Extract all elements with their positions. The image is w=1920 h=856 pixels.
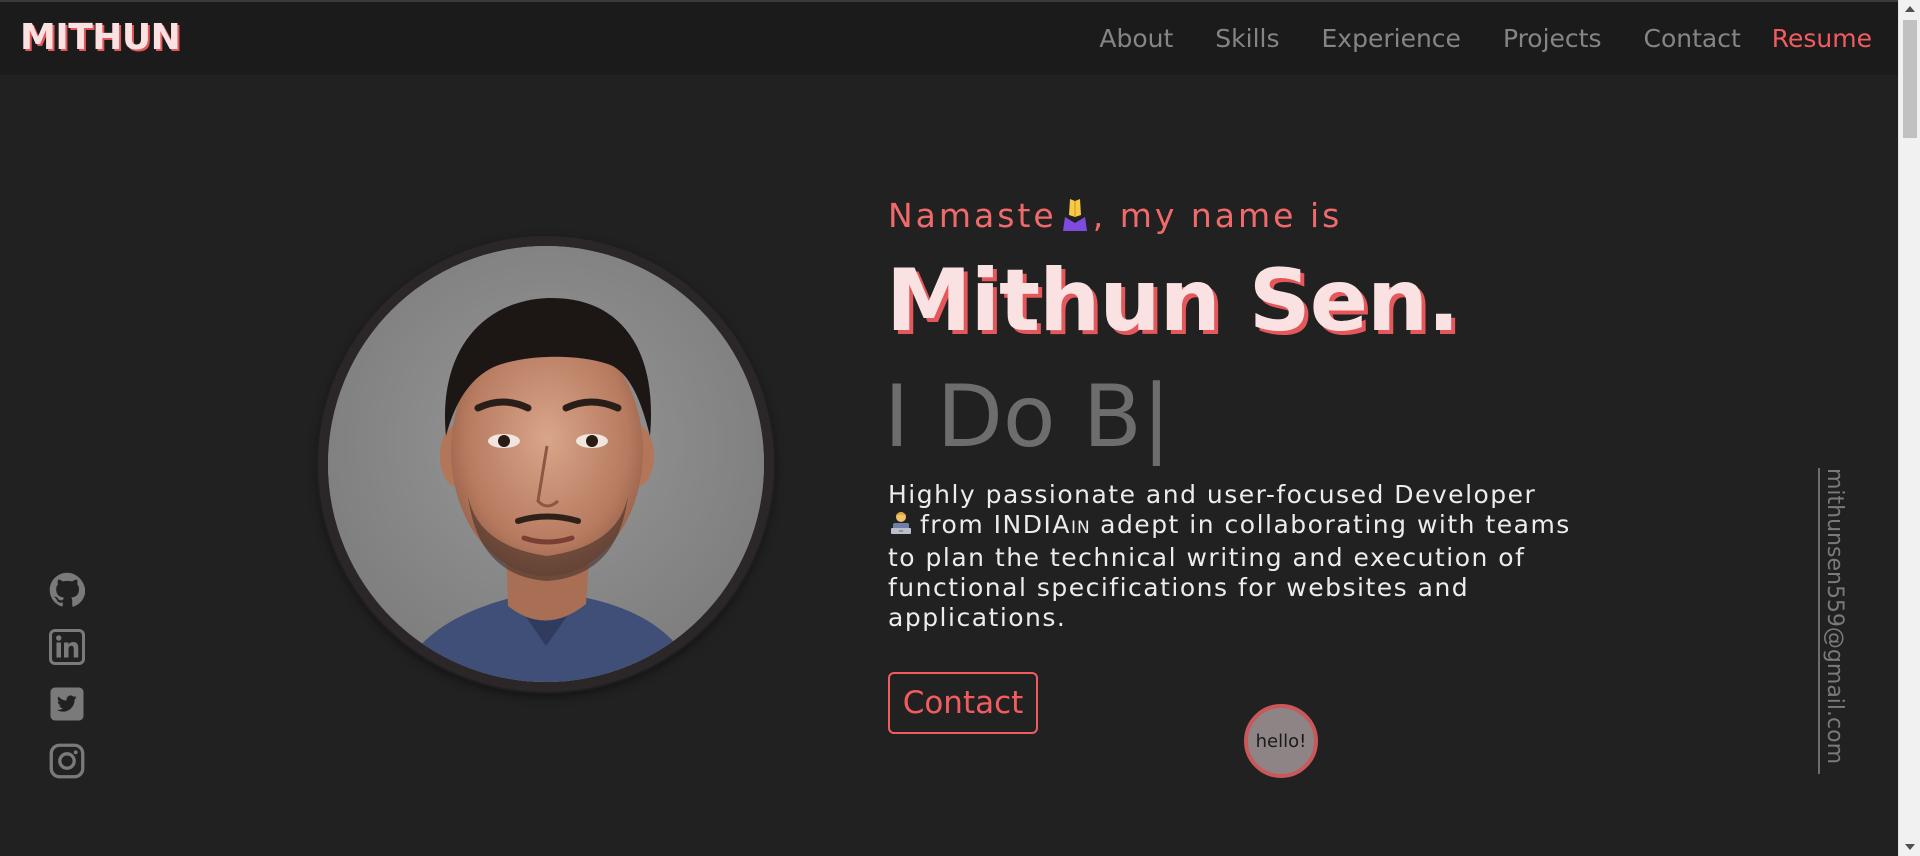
contact-button[interactable]: Contact (888, 672, 1038, 734)
intro-paragraph: Highly passionate and user-focused Devel… (888, 480, 1608, 633)
intro-line-2-pre: from INDIA (920, 510, 1071, 539)
nav-link-skills[interactable]: Skills (1215, 24, 1279, 54)
nav-link-about[interactable]: About (1099, 24, 1173, 54)
logo[interactable]: MITHUN (20, 20, 181, 56)
github-icon[interactable] (49, 572, 85, 608)
hero-name: Mithun Sen. (886, 251, 1460, 351)
india-flag-code: IN (1070, 518, 1091, 538)
email-link[interactable]: mithunsen559@gmail.com (1822, 468, 1847, 764)
navbar: MITHUN About Skills Experience Projects … (0, 2, 1898, 75)
scroll-down-icon[interactable] (1905, 844, 1915, 850)
scrollbar-thumb[interactable] (1903, 20, 1917, 138)
greeting-suffix: , my name is (1092, 196, 1343, 235)
profile-photo (328, 246, 764, 682)
hello-bubble[interactable]: hello! (1244, 704, 1318, 778)
nav-links: About Skills Experience Projects Contact… (1057, 24, 1872, 54)
scroll-up-icon[interactable] (1905, 6, 1915, 12)
twitter-icon[interactable] (49, 686, 85, 722)
email-divider (1818, 468, 1820, 774)
nav-link-contact[interactable]: Contact (1644, 24, 1741, 54)
linkedin-icon[interactable] (49, 629, 85, 665)
nav-link-experience[interactable]: Experience (1322, 24, 1461, 54)
technologist-icon (891, 512, 911, 534)
social-links (49, 572, 85, 800)
intro-line-1: Highly passionate and user-focused Devel… (888, 480, 1537, 509)
nav-link-projects[interactable]: Projects (1503, 24, 1602, 54)
namaste-icon (1062, 199, 1087, 231)
typing-text: I Do B| (884, 367, 1171, 467)
resume-link[interactable]: Resume (1772, 24, 1872, 54)
instagram-icon[interactable] (49, 743, 85, 779)
portrait-illustration (328, 246, 764, 682)
greeting: Namaste , my name is (888, 196, 1342, 235)
greeting-prefix: Namaste (888, 196, 1057, 235)
page-scrollbar[interactable] (1898, 0, 1920, 856)
profile-photo-frame (318, 236, 774, 692)
page: MITHUN About Skills Experience Projects … (0, 0, 1920, 856)
